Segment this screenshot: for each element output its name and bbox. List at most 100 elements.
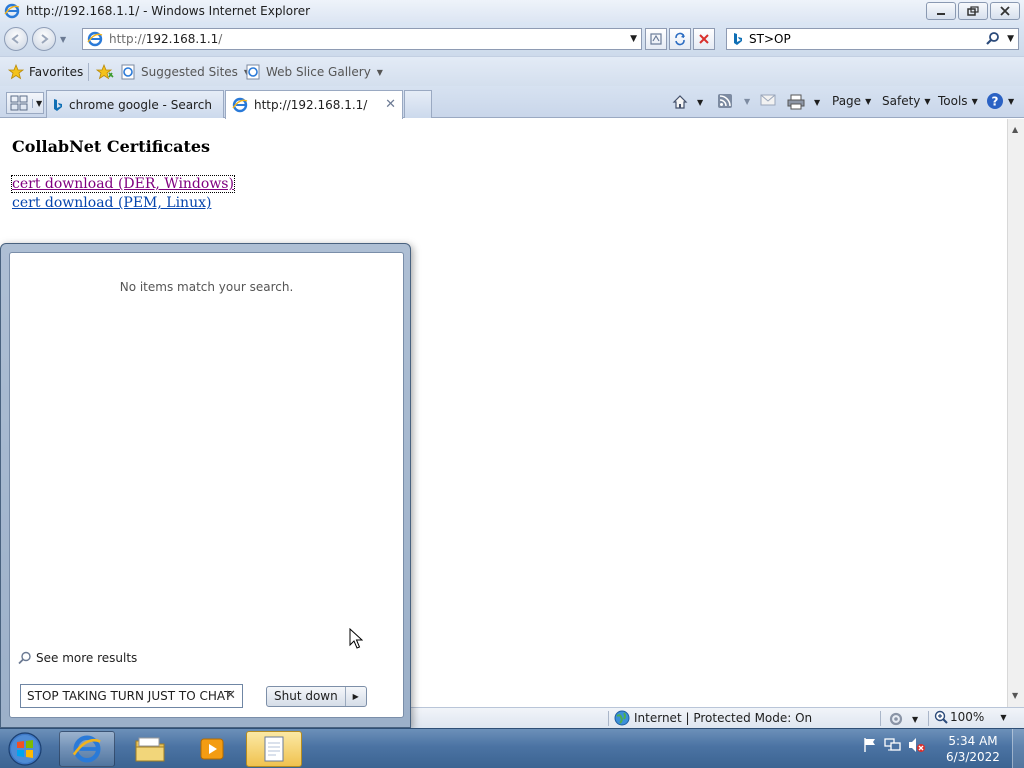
rss-feed-icon bbox=[718, 94, 732, 108]
feeds-dropdown-icon[interactable]: ▼ bbox=[744, 97, 750, 106]
help-icon: ? bbox=[987, 93, 1003, 109]
tools-menu-button[interactable]: Tools ▼ bbox=[938, 94, 978, 108]
address-dropdown[interactable]: ▼ bbox=[630, 34, 637, 44]
add-ons-gear-icon bbox=[889, 712, 903, 726]
show-desktop-button[interactable] bbox=[1012, 729, 1024, 768]
security-zone-label: Internet | Protected Mode: On bbox=[634, 711, 813, 725]
network-icon[interactable] bbox=[884, 737, 902, 753]
volume-muted-icon[interactable] bbox=[908, 737, 926, 753]
media-player-icon bbox=[200, 738, 224, 760]
new-tab-button[interactable] bbox=[404, 90, 432, 118]
taskbar-notepad[interactable] bbox=[246, 731, 302, 767]
search-options-dropdown[interactable]: ▼ bbox=[1007, 34, 1014, 44]
start-search-input[interactable]: STOP TAKING TURN JUST TO CHAT bbox=[27, 689, 231, 703]
tab-label: http://192.168.1.1/ bbox=[254, 98, 368, 112]
shut-down-button-group: Shut down ▶ bbox=[266, 686, 367, 707]
shut-down-options-arrow-icon[interactable]: ▶ bbox=[346, 687, 366, 706]
back-button[interactable] bbox=[4, 27, 28, 51]
quick-tabs-button[interactable]: ▼ bbox=[6, 92, 44, 114]
stop-icon bbox=[699, 34, 709, 44]
security-zone[interactable]: Internet | Protected Mode: On bbox=[614, 710, 812, 726]
compatibility-view-button[interactable] bbox=[645, 28, 667, 50]
tab-list-dropdown[interactable]: ▼ bbox=[32, 98, 42, 108]
minimize-button[interactable] bbox=[926, 2, 956, 20]
favorites-bar: Favorites Suggested Sites ▼ Web Slice Ga… bbox=[0, 56, 1024, 86]
refresh-icon bbox=[675, 32, 685, 46]
start-search-box[interactable]: STOP TAKING TURN JUST TO CHAT ✕ bbox=[20, 684, 243, 708]
read-mail-button[interactable] bbox=[760, 94, 776, 106]
compatibility-view-icon bbox=[650, 33, 662, 45]
status-separator bbox=[608, 711, 609, 726]
home-icon bbox=[672, 95, 688, 109]
title-bar: http://192.168.1.1/ - Windows Internet E… bbox=[0, 0, 1024, 22]
refresh-button[interactable] bbox=[669, 28, 691, 50]
zoom-level: 100% bbox=[950, 710, 985, 724]
scroll-up-arrow-icon[interactable]: ▲ bbox=[1012, 125, 1018, 134]
cert-download-pem-linux-link[interactable]: cert download (PEM, Linux) bbox=[12, 195, 211, 211]
search-box[interactable]: ▼ bbox=[726, 28, 1019, 50]
internet-explorer-icon bbox=[4, 3, 20, 19]
chevron-down-icon: ▼ bbox=[865, 96, 872, 106]
tab-label: chrome google - Search bbox=[69, 97, 212, 112]
system-clock[interactable]: 5:34 AM 6/3/2022 bbox=[940, 733, 1006, 765]
safety-menu-button[interactable]: Safety ▼ bbox=[882, 94, 931, 108]
back-arrow-icon bbox=[11, 34, 19, 44]
taskbar-internet-explorer[interactable] bbox=[59, 731, 115, 767]
search-input[interactable] bbox=[749, 32, 969, 46]
web-slice-gallery-label: Web Slice Gallery bbox=[266, 65, 371, 79]
favorites-separator bbox=[88, 63, 89, 81]
close-window-button[interactable] bbox=[990, 2, 1020, 20]
home-dropdown-icon[interactable]: ▼ bbox=[697, 98, 703, 107]
web-slice-gallery-button[interactable]: Web Slice Gallery ▼ bbox=[245, 60, 383, 84]
address-url[interactable]: http://192.168.1.1/ bbox=[109, 32, 222, 46]
chevron-down-icon: ▼ bbox=[924, 96, 931, 106]
internet-explorer-icon bbox=[72, 735, 101, 763]
window-title: http://192.168.1.1/ - Windows Internet E… bbox=[26, 4, 311, 18]
add-to-favorites-bar-button[interactable] bbox=[96, 60, 114, 84]
print-dropdown-icon[interactable]: ▼ bbox=[814, 98, 820, 107]
add-ons-button[interactable]: ▼ bbox=[888, 711, 918, 727]
favorites-button[interactable]: Favorites bbox=[8, 60, 83, 84]
notification-area bbox=[862, 737, 926, 753]
search-icon[interactable] bbox=[986, 32, 1000, 46]
internet-explorer-page-icon bbox=[121, 64, 135, 80]
see-more-results-link[interactable]: See more results bbox=[18, 651, 137, 665]
chevron-down-icon: ▼ bbox=[971, 96, 978, 106]
tab-chrome-google-search[interactable]: chrome google - Search bbox=[46, 90, 224, 118]
taskbar-windows-explorer[interactable] bbox=[122, 731, 178, 767]
vertical-scrollbar[interactable]: ▲ ▼ bbox=[1007, 119, 1024, 707]
address-bar[interactable]: http://192.168.1.1/ ▼ bbox=[82, 28, 642, 50]
cert-download-der-windows-link[interactable]: cert download (DER, Windows) bbox=[11, 175, 235, 193]
taskbar-media-player[interactable] bbox=[184, 731, 240, 767]
scroll-down-arrow-icon[interactable]: ▼ bbox=[1012, 691, 1018, 700]
action-center-flag-icon[interactable] bbox=[862, 737, 878, 753]
recent-pages-dropdown[interactable]: ▼ bbox=[60, 35, 66, 44]
forward-button[interactable] bbox=[32, 27, 56, 51]
stop-button[interactable] bbox=[693, 28, 715, 50]
clock-date: 6/3/2022 bbox=[946, 750, 1000, 764]
tab-192-168-1-1[interactable]: http://192.168.1.1/ ✕ bbox=[225, 90, 403, 119]
help-dropdown-icon[interactable]: ▼ bbox=[1008, 97, 1014, 106]
add-ons-dropdown-icon[interactable]: ▼ bbox=[912, 715, 918, 724]
restore-button[interactable] bbox=[958, 2, 988, 20]
page-menu-button[interactable]: Page ▼ bbox=[832, 94, 871, 108]
url-host: 192.168.1.1 bbox=[145, 32, 219, 46]
status-separator bbox=[880, 711, 881, 726]
print-button[interactable]: ▼ bbox=[787, 94, 820, 110]
chevron-down-icon: ▼ bbox=[376, 67, 383, 77]
close-icon bbox=[1000, 6, 1010, 16]
url-protocol: http:// bbox=[109, 32, 146, 46]
home-button[interactable]: ▼ bbox=[672, 94, 703, 110]
feeds-button[interactable]: ▼ bbox=[718, 94, 750, 108]
search-results-pane: No items match your search. See more res… bbox=[9, 252, 404, 718]
status-separator bbox=[928, 711, 929, 726]
shut-down-button[interactable]: Shut down bbox=[267, 687, 346, 706]
zoom-control[interactable]: 100% ▼ bbox=[934, 710, 1006, 724]
close-tab-icon[interactable]: ✕ bbox=[385, 97, 396, 112]
suggested-sites-button[interactable]: Suggested Sites ▼ bbox=[120, 60, 250, 84]
windows-start-orb-icon[interactable] bbox=[6, 731, 44, 767]
zoom-dropdown-icon[interactable]: ▼ bbox=[1000, 713, 1006, 722]
clear-search-icon[interactable]: ✕ bbox=[225, 688, 236, 703]
help-button[interactable]: ? ▼ bbox=[986, 92, 1014, 110]
internet-explorer-page-icon bbox=[246, 64, 260, 80]
